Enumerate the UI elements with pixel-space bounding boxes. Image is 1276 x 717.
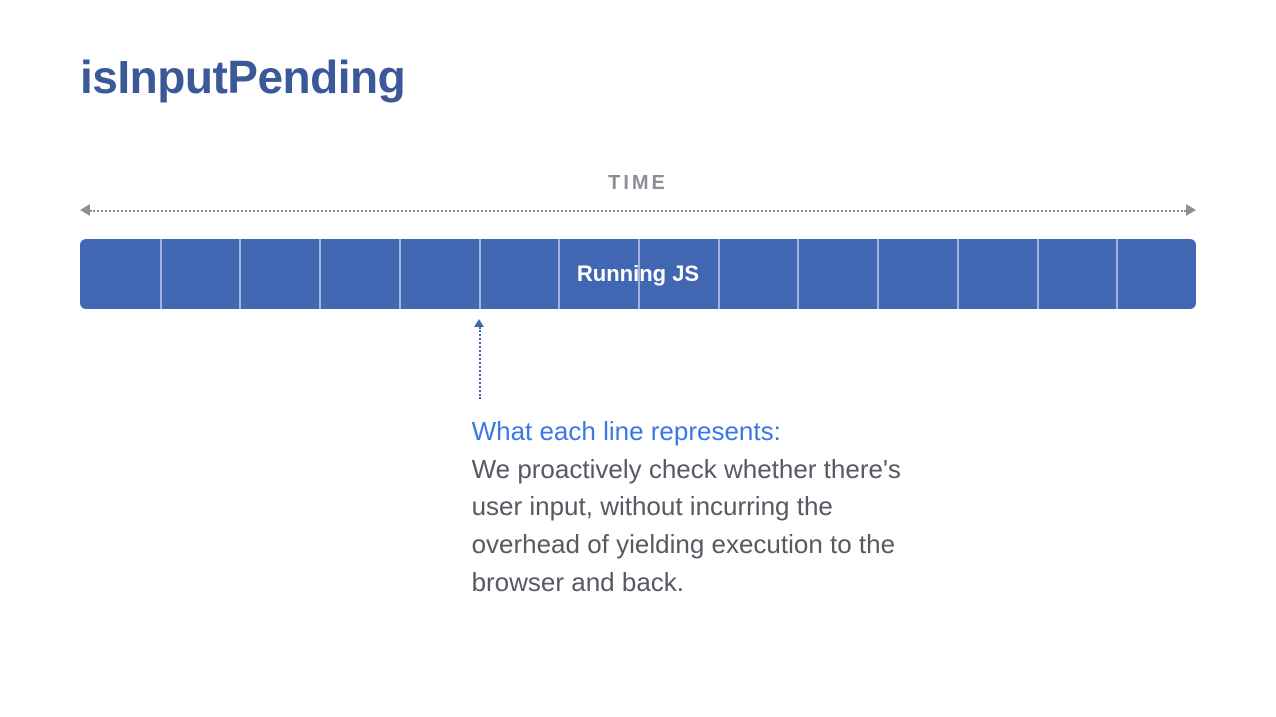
timeline-bar-wrap: Running JS bbox=[80, 239, 1196, 309]
timeline-tick bbox=[877, 239, 879, 309]
arrow-left-icon bbox=[80, 204, 90, 216]
timeline-tick bbox=[1116, 239, 1118, 309]
annotation: What each line represents: We proactivel… bbox=[80, 319, 1196, 649]
timeline-tick bbox=[160, 239, 162, 309]
time-axis bbox=[80, 203, 1196, 217]
timeline-tick bbox=[718, 239, 720, 309]
timeline-tick bbox=[797, 239, 799, 309]
time-axis-label: TIME bbox=[80, 172, 1196, 195]
time-section: TIME Running JS What each line represent… bbox=[80, 172, 1196, 649]
timeline-bar: Running JS bbox=[80, 239, 1196, 309]
timeline-bar-label: Running JS bbox=[577, 261, 699, 287]
annotation-pointer bbox=[472, 319, 486, 399]
timeline-tick bbox=[558, 239, 560, 309]
time-axis-line bbox=[90, 210, 1186, 212]
annotation-body: We proactively check whether there's use… bbox=[472, 454, 901, 597]
page-title: isInputPending bbox=[80, 50, 1196, 104]
annotation-pointer-line bbox=[479, 327, 481, 399]
timeline-tick bbox=[319, 239, 321, 309]
timeline-tick bbox=[399, 239, 401, 309]
arrow-up-icon bbox=[474, 319, 484, 327]
arrow-right-icon bbox=[1186, 204, 1196, 216]
timeline-tick bbox=[957, 239, 959, 309]
slide: isInputPending TIME Running JS What each… bbox=[0, 0, 1276, 717]
timeline-tick bbox=[1037, 239, 1039, 309]
timeline-tick bbox=[239, 239, 241, 309]
annotation-lead: What each line represents: bbox=[472, 416, 781, 446]
annotation-text: What each line represents: We proactivel… bbox=[472, 413, 902, 601]
timeline-tick bbox=[479, 239, 481, 309]
